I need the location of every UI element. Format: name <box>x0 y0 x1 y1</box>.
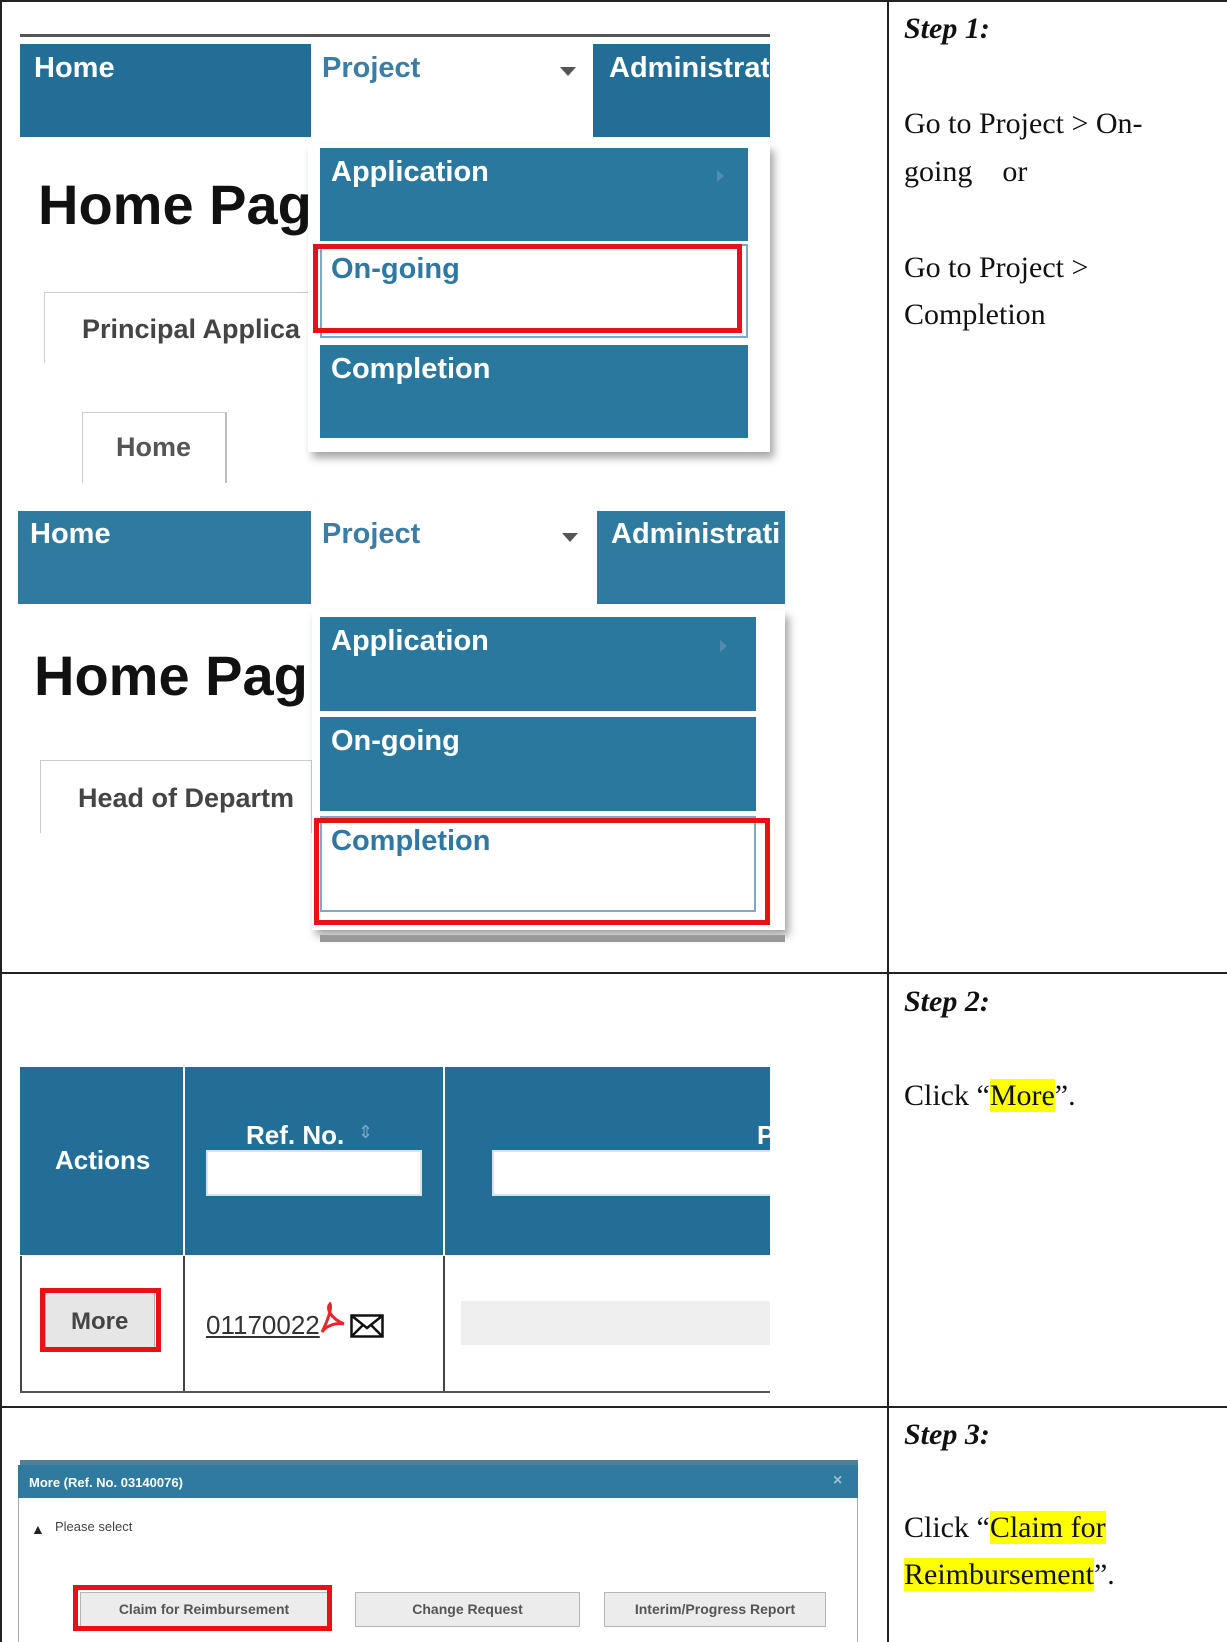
step2-text-before: Click “ <box>904 1079 990 1112</box>
step1-line2: going or <box>904 155 1028 188</box>
header-p-label: P <box>757 1120 775 1150</box>
header-actions-label: Actions <box>55 1145 151 1175</box>
pdf-icon[interactable] <box>318 1302 346 1336</box>
step3-text-before: Click “ <box>904 1511 990 1544</box>
table-border-left <box>0 0 2 1642</box>
chevron-down-icon <box>562 533 578 542</box>
step1-line1: Go to Project > On- <box>904 107 1143 140</box>
tab-head-label: Head of Departm <box>78 783 295 813</box>
nav-home[interactable]: Home <box>34 52 115 85</box>
step3-text-after: ”. <box>1093 1558 1115 1591</box>
nav-administration[interactable]: Administrat <box>609 52 769 85</box>
interim-progress-report-button[interactable]: Interim/Progress Report <box>604 1592 826 1627</box>
dialog-title: More (Ref. No. 03140076) <box>29 1475 183 1490</box>
change-request-label: Change Request <box>412 1601 523 1617</box>
table-border-top <box>0 0 1227 2</box>
dialog-message: Please select <box>55 1519 133 1534</box>
menu-item-application-label: Application <box>331 156 489 188</box>
menu-item-completion-label: Completion <box>331 353 491 385</box>
p-filter-input[interactable] <box>492 1150 770 1196</box>
step1-line4: Completion <box>904 298 1046 331</box>
cell-placeholder <box>461 1301 770 1345</box>
step3-title: Step 3: <box>904 1418 990 1451</box>
chevron-down-icon <box>560 67 576 76</box>
highlight-box-more <box>40 1288 161 1352</box>
change-request-button[interactable]: Change Request <box>355 1592 580 1627</box>
nav-project-label: Project <box>322 518 421 550</box>
step3-highlight-2: Reimbursement <box>904 1558 1094 1591</box>
chevron-right-icon <box>720 640 727 652</box>
step2-text-after: ”. <box>1054 1079 1076 1112</box>
step2-highlight: More <box>989 1079 1055 1112</box>
page-title: Home Pag <box>34 644 308 707</box>
nav-top-edge <box>20 34 770 37</box>
header-ref-label[interactable]: Ref. No. <box>246 1120 344 1151</box>
ref-filter-input[interactable] <box>206 1150 422 1196</box>
highlight-box-ongoing <box>313 244 742 333</box>
warning-icon: ▲ <box>31 1521 45 1537</box>
scrollbar[interactable] <box>320 935 785 942</box>
menu-item-application-label: Application <box>331 625 489 657</box>
highlight-box-completion <box>314 818 770 925</box>
step3-text-line2: Reimbursement”. <box>904 1552 1115 1598</box>
cell-border <box>183 1256 185 1393</box>
step3-highlight-1: Claim for <box>989 1511 1106 1544</box>
step2-text: Click “More”. <box>904 1073 1076 1119</box>
tab-principal-label: Principal Applica <box>82 314 301 344</box>
step3-text-line1: Click “Claim for <box>904 1505 1106 1551</box>
nav-administration[interactable]: Administrati <box>611 518 783 551</box>
interim-report-label: Interim/Progress Report <box>634 1601 796 1617</box>
sort-icon[interactable]: ⇕ <box>358 1122 373 1143</box>
table-border-row2 <box>0 1406 1227 1408</box>
tab-home-label: Home <box>116 432 192 462</box>
close-icon[interactable]: × <box>833 1472 842 1490</box>
nav-home[interactable]: Home <box>30 518 111 551</box>
menu-item-ongoing-label: On-going <box>331 725 460 757</box>
mail-icon[interactable] <box>350 1314 384 1338</box>
nav-project-label: Project <box>322 52 421 84</box>
cell-border <box>443 1256 445 1393</box>
table-border-row1 <box>0 972 1227 974</box>
row-border <box>20 1391 770 1393</box>
step1-title: Step 1: <box>904 12 990 45</box>
step1-line3: Go to Project > <box>904 251 1089 284</box>
cell-border <box>20 1256 22 1393</box>
page-title: Home Pag <box>38 173 312 236</box>
table-border-middle <box>887 0 889 1642</box>
step2-title: Step 2: <box>904 985 990 1018</box>
ref-number-link[interactable]: 01170022 <box>206 1310 320 1341</box>
highlight-box-claim <box>73 1585 332 1631</box>
chevron-right-icon <box>717 170 724 182</box>
